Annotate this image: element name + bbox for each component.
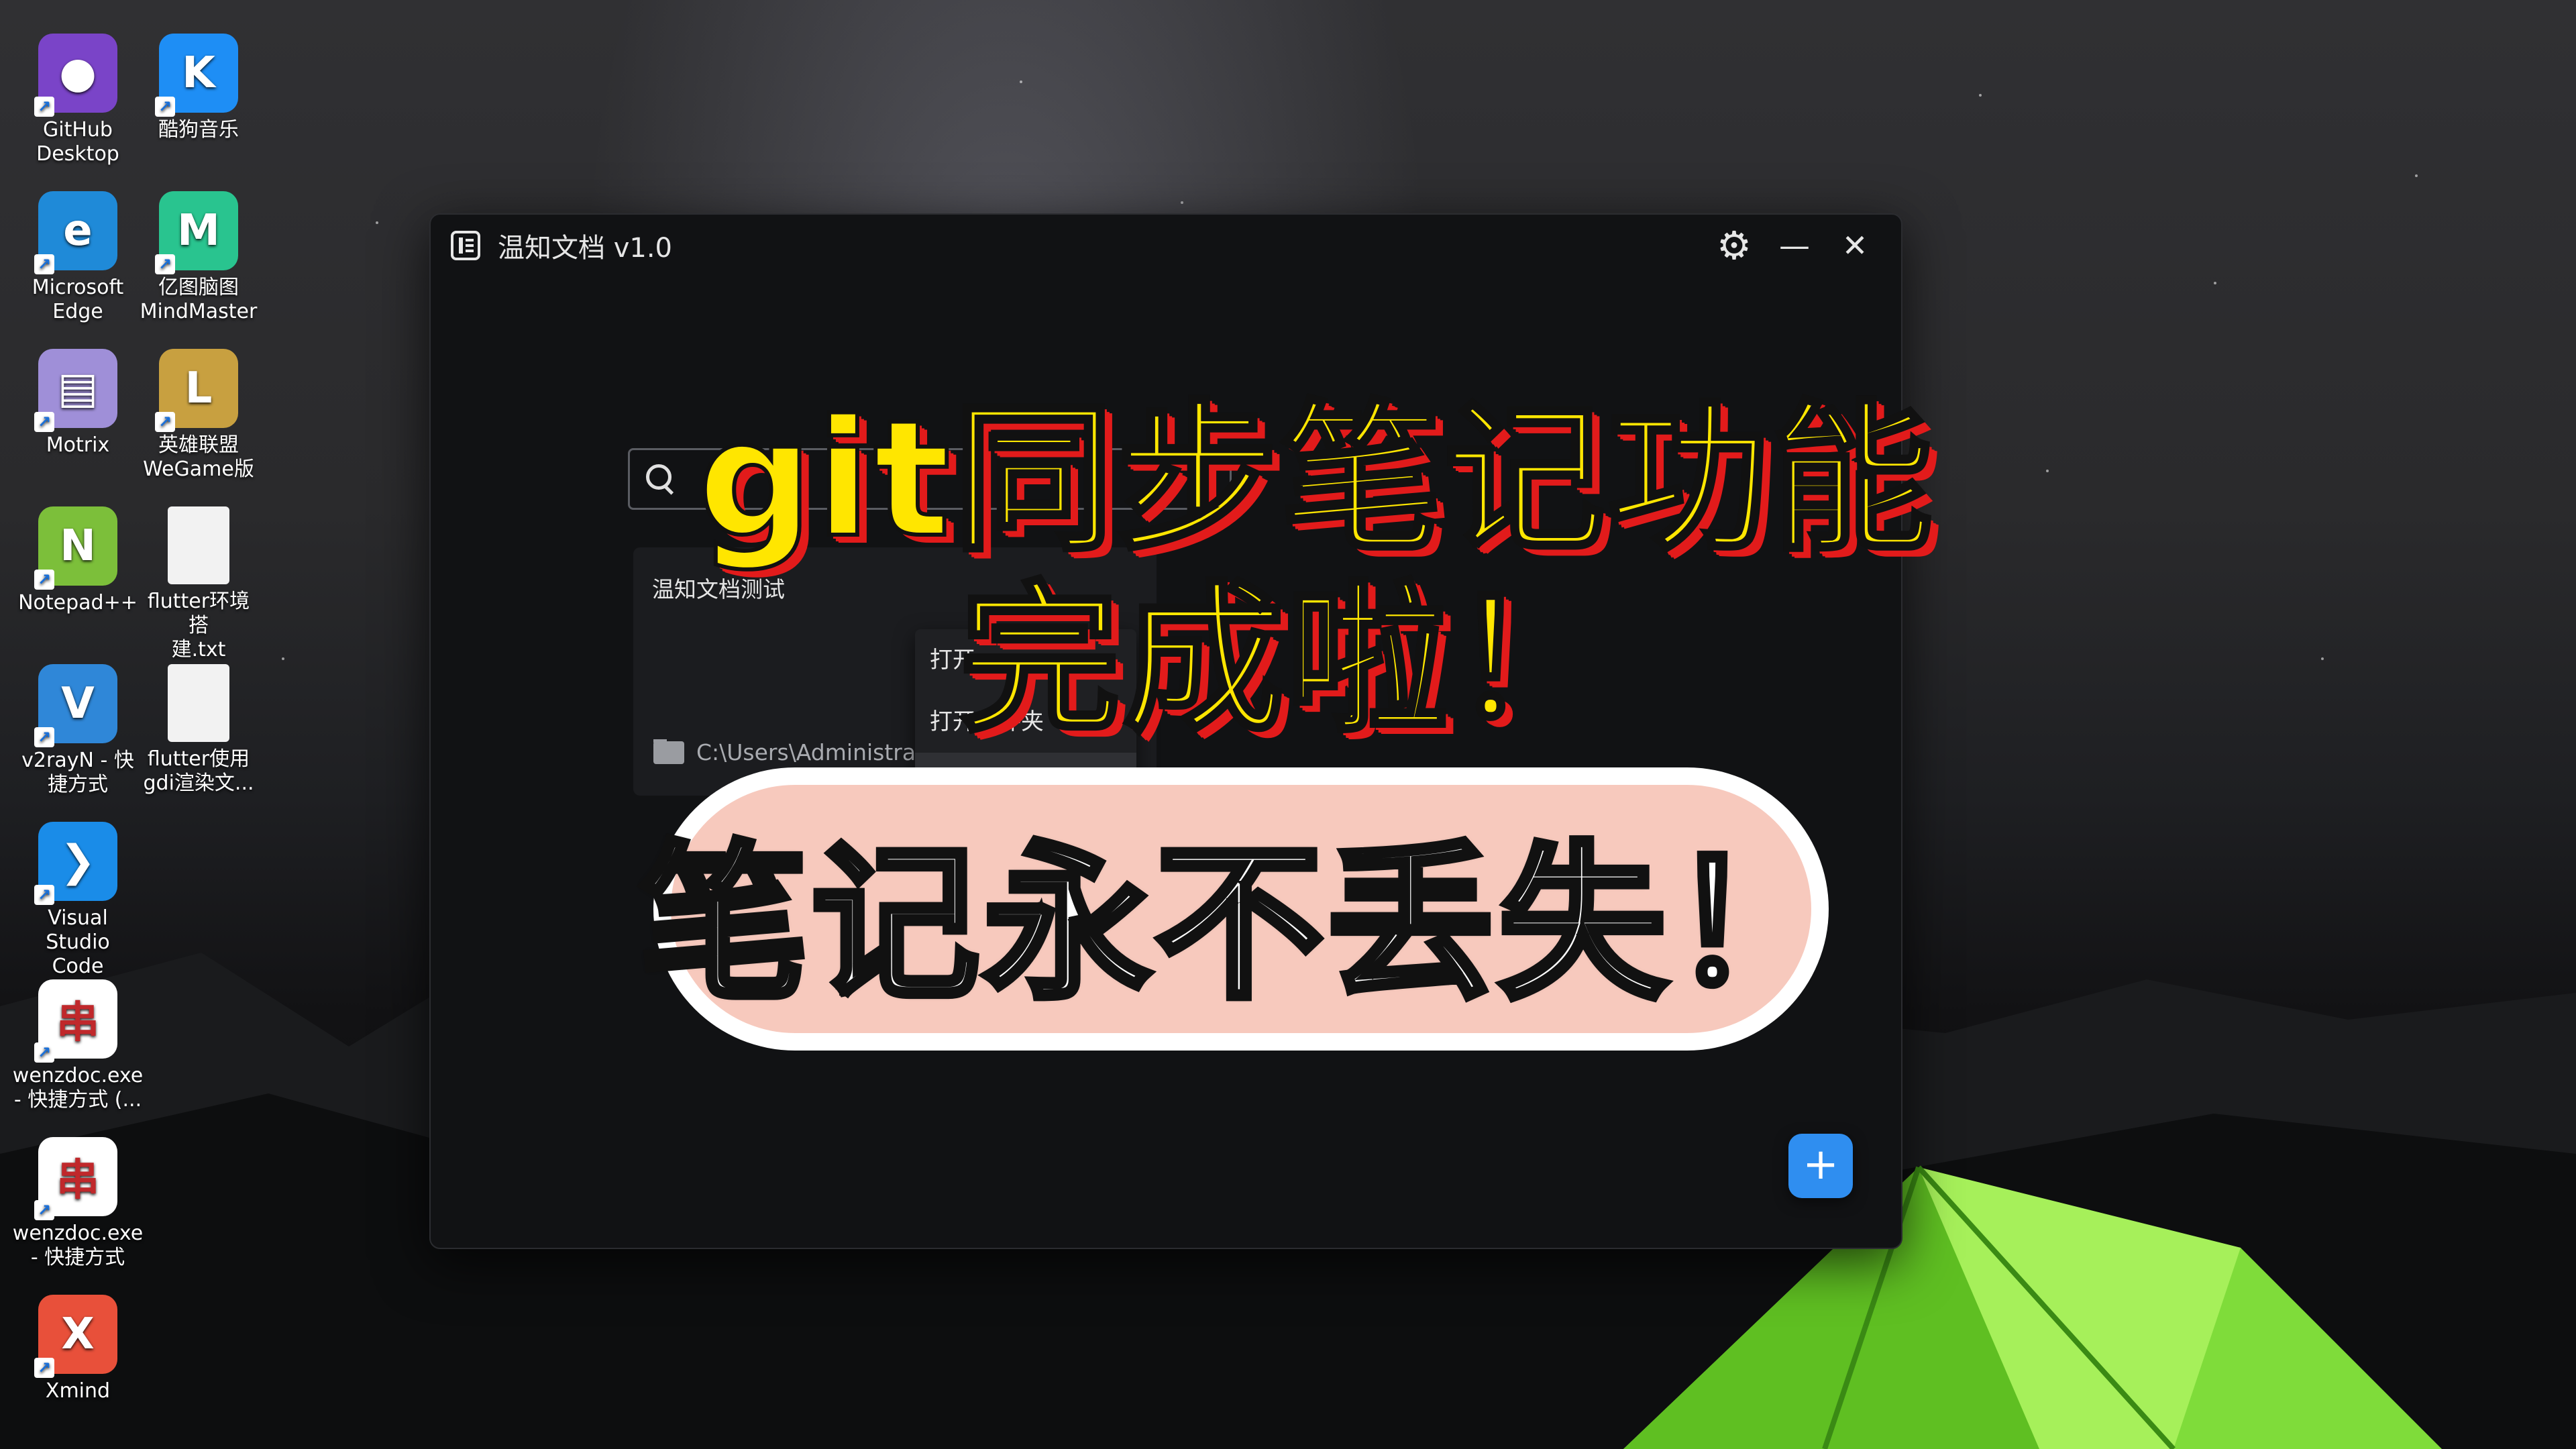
star	[2415, 174, 2418, 177]
desktop-icon[interactable]: V ↗ v2rayN - 快 捷方式	[17, 664, 138, 797]
desktop-icon-label: GitHub Desktop	[36, 118, 119, 166]
desktop-icon[interactable]: ▤ ↗ Motrix	[17, 349, 138, 458]
desktop-icon-label: Notepad++	[18, 591, 138, 614]
wenzdoc-icon: 串 ↗	[34, 979, 117, 1063]
settings-button[interactable]: ⚙	[1704, 222, 1764, 269]
desktop-icon-label: flutter使用 gdi渲染文...	[143, 747, 254, 795]
desktop-icon-label: Microsoft Edge	[32, 276, 124, 323]
desktop-icon[interactable]: 串 ↗ wenzdoc.exe - 快捷方式 (...	[13, 979, 143, 1112]
shortcut-arrow-icon: ↗	[34, 97, 54, 117]
search-icon	[642, 462, 677, 496]
close-icon: ✕	[1841, 227, 1868, 264]
title-bar[interactable]: 温知文档 v1.0 ⚙ — ✕	[431, 215, 1901, 276]
xmind-icon: X ↗	[34, 1295, 117, 1378]
shortcut-arrow-icon: ↗	[34, 412, 54, 432]
desktop-icon-label: wenzdoc.exe - 快捷方式	[12, 1222, 144, 1269]
desktop-icon[interactable]: ❯ ↗ Visual Studio Code	[17, 822, 138, 979]
star	[282, 657, 284, 660]
motrix-icon: ▤ ↗	[34, 349, 117, 432]
desktop-icon[interactable]: M ↗ 亿图脑图 MindMaster	[138, 191, 259, 324]
add-repo-button[interactable]: +	[1788, 1134, 1853, 1198]
notepadpp-icon: N ↗	[34, 506, 117, 590]
shortcut-arrow-icon: ↗	[34, 1200, 54, 1220]
desktop-icon[interactable]: N ↗ Notepad++	[17, 506, 138, 615]
minimize-icon: —	[1779, 227, 1810, 264]
caption-subtitle: 笔记永不丢失！	[637, 823, 1842, 1025]
v2rayn-icon: V ↗	[34, 664, 117, 747]
caption-pill: 笔记永不丢失！	[637, 785, 1841, 1033]
desktop-icon-label: v2rayN - 快 捷方式	[21, 749, 134, 796]
folder-icon	[653, 739, 684, 764]
shortcut-arrow-icon: ↗	[34, 570, 54, 590]
wenzdoc-icon: 串 ↗	[34, 1137, 117, 1220]
shortcut-arrow-icon: ↗	[34, 254, 54, 274]
star	[1020, 80, 1022, 83]
star	[2046, 470, 2049, 472]
shortcut-arrow-icon: ↗	[155, 412, 175, 432]
edge-icon: e ↗	[34, 191, 117, 274]
star	[376, 221, 378, 224]
desktop-icon-label: wenzdoc.exe - 快捷方式 (...	[12, 1064, 144, 1112]
desktop-icon-label: Xmind	[45, 1379, 111, 1403]
vscode-icon: ❯ ↗	[34, 822, 117, 905]
gear-icon: ⚙	[1717, 223, 1752, 268]
desktop-background: ● ↗ GitHub Desktop K ↗ 酷狗音乐 e ↗ Microsoft Edge M ↗…	[0, 0, 2576, 1449]
shortcut-arrow-icon: ↗	[155, 254, 175, 274]
minimize-button[interactable]: —	[1764, 222, 1825, 269]
league-wegame-icon: L ↗	[155, 349, 238, 432]
text-file-icon	[168, 506, 229, 584]
desktop-icon[interactable]: X ↗ Xmind	[17, 1295, 138, 1403]
desktop-icon[interactable]: 串 ↗ wenzdoc.exe - 快捷方式	[13, 1137, 143, 1270]
shortcut-arrow-icon: ↗	[34, 1358, 54, 1378]
shortcut-arrow-icon: ↗	[155, 97, 175, 117]
close-button[interactable]: ✕	[1825, 222, 1885, 269]
mindmaster-icon: M ↗	[155, 191, 238, 274]
desktop-icon-label: 英雄联盟 WeGame版	[143, 433, 254, 481]
github-desktop-icon: ● ↗	[34, 34, 117, 117]
desktop-icon[interactable]: L ↗ 英雄联盟 WeGame版	[138, 349, 259, 482]
text-file-icon	[168, 664, 229, 742]
desktop-icon[interactable]: ● ↗ GitHub Desktop	[17, 34, 138, 166]
desktop-icon[interactable]: flutter使用 gdi渲染文...	[138, 664, 259, 796]
desktop-icon-label: flutter环境搭 建.txt	[147, 590, 250, 661]
repo-path-text: C:\Users\Administra	[696, 739, 916, 765]
app-logo-icon	[451, 231, 480, 260]
desktop-icon-label: 亿图脑图 MindMaster	[140, 276, 258, 323]
star	[2321, 657, 2324, 660]
desktop-icon[interactable]: flutter环境搭 建.txt	[138, 506, 259, 662]
star	[1181, 201, 1183, 204]
desktop-icon-label: Motrix	[46, 433, 110, 457]
star	[1979, 94, 1982, 97]
shortcut-arrow-icon: ↗	[34, 885, 54, 905]
window-title: 温知文档 v1.0	[498, 233, 672, 264]
desktop-icon[interactable]: K ↗ 酷狗音乐	[138, 34, 259, 142]
desktop-icon-label: 酷狗音乐	[158, 118, 239, 142]
shortcut-arrow-icon: ↗	[34, 1042, 54, 1063]
desktop-icon[interactable]: e ↗ Microsoft Edge	[17, 191, 138, 324]
star	[2214, 282, 2216, 284]
desktop-icon-label: Visual Studio Code	[46, 906, 110, 978]
shortcut-arrow-icon: ↗	[34, 727, 54, 747]
kugou-music-icon: K ↗	[155, 34, 238, 117]
caption-title-line2: 完成啦！	[957, 564, 1615, 756]
